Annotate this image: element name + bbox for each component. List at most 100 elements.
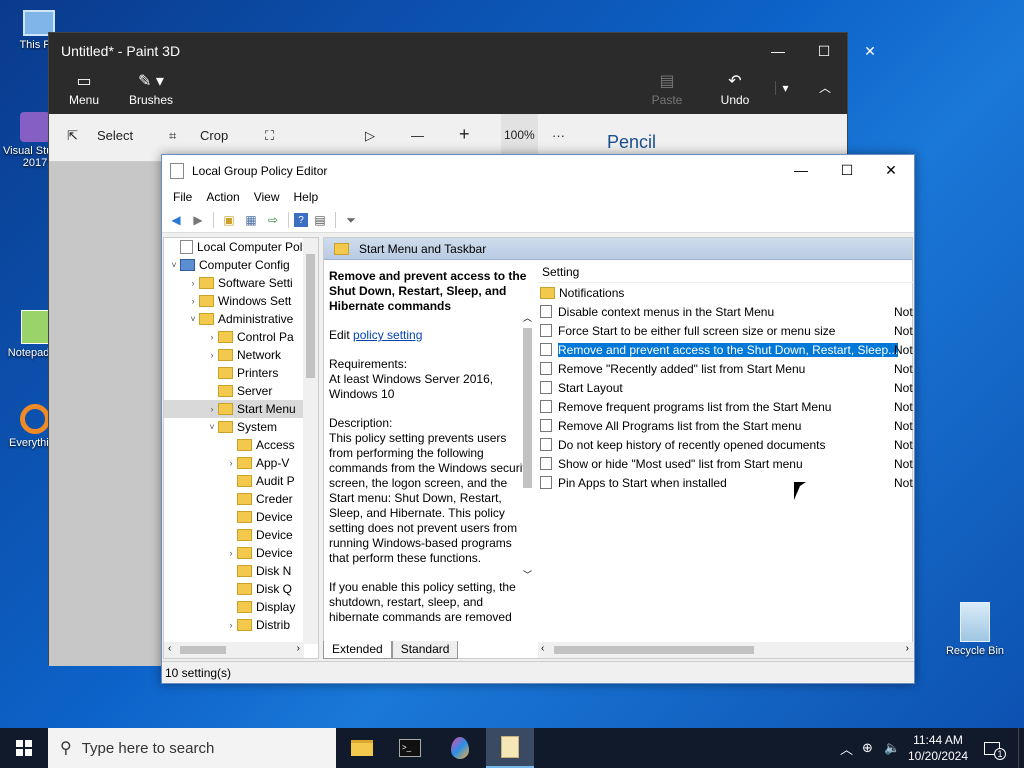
- setting-row[interactable]: Remove frequent programs list from the S…: [538, 397, 913, 416]
- show-desktop-button[interactable]: [1018, 728, 1024, 768]
- maximize-button[interactable]: ☐: [824, 155, 870, 186]
- setting-row[interactable]: Remove All Programs list from the Start …: [538, 416, 913, 435]
- tree-node[interactable]: › Distrib: [164, 616, 318, 634]
- setting-row[interactable]: Do not keep history of recently opened d…: [538, 435, 913, 454]
- tree-node[interactable]: › Device: [164, 544, 318, 562]
- tree-node[interactable]: Local Computer Polic: [164, 238, 318, 256]
- scrollbar-thumb[interactable]: [554, 646, 754, 654]
- tree-node[interactable]: Device: [164, 508, 318, 526]
- chevron-right-icon[interactable]: ›: [225, 548, 237, 558]
- select-tool-icon[interactable]: ⇱: [67, 128, 78, 144]
- tree-node[interactable]: Device: [164, 526, 318, 544]
- menu-view[interactable]: View: [247, 190, 287, 204]
- history-dropdown-button[interactable]: ▾: [775, 81, 795, 95]
- setting-row[interactable]: Notifications: [538, 283, 913, 302]
- filter-icon[interactable]: ⏷: [341, 211, 361, 229]
- taskbar-file-explorer[interactable]: [338, 728, 386, 768]
- policy-tree[interactable]: Local Computer Polic ˅ Computer Config › Sof…: [163, 237, 319, 659]
- chevron-right-icon[interactable]: ›: [206, 404, 218, 414]
- view-icon[interactable]: ▷: [365, 128, 375, 144]
- crop-tool-icon[interactable]: ⌗: [169, 128, 176, 144]
- forward-arrow-icon[interactable]: ▶: [188, 211, 208, 229]
- scroll-right-icon[interactable]: ›: [906, 643, 909, 654]
- show-hide-tree-icon[interactable]: ▦: [241, 211, 261, 229]
- paste-button[interactable]: ▤ Paste: [649, 71, 685, 107]
- scroll-right-icon[interactable]: ›: [297, 643, 300, 654]
- tray-volume[interactable]: 🔈: [884, 728, 900, 768]
- action-center-button[interactable]: 1: [984, 728, 1006, 768]
- scroll-left-icon[interactable]: ‹: [541, 643, 544, 654]
- tree-vscrollbar[interactable]: [303, 238, 318, 644]
- crop-tool[interactable]: Crop: [200, 128, 228, 143]
- magic-select-icon[interactable]: ⛶: [265, 128, 274, 144]
- menu-button[interactable]: ▭ Menu: [67, 71, 101, 107]
- more-options-icon[interactable]: ···: [552, 128, 565, 143]
- close-button[interactable]: ✕: [847, 33, 893, 69]
- undo-button[interactable]: ↶ Undo: [717, 71, 753, 107]
- tree-node[interactable]: › Software Setti: [164, 274, 318, 292]
- export-list-icon[interactable]: ⇨: [263, 211, 283, 229]
- taskbar-gpo-editor[interactable]: [486, 728, 534, 768]
- tray-chevron[interactable]: ︿: [840, 728, 853, 768]
- minimize-button[interactable]: —: [778, 155, 824, 186]
- tree-node[interactable]: Disk Q: [164, 580, 318, 598]
- chevron-down-icon[interactable]: ˅: [206, 422, 218, 432]
- tree-node[interactable]: › App-V: [164, 454, 318, 472]
- menu-file[interactable]: File: [166, 190, 199, 204]
- tree-node[interactable]: › Network: [164, 346, 318, 364]
- tree-node[interactable]: ˅ System: [164, 418, 318, 436]
- edit-policy-link[interactable]: policy setting: [353, 328, 422, 342]
- setting-row[interactable]: Remove and prevent access to the Shut Do…: [538, 340, 913, 359]
- close-button[interactable]: ✕: [868, 155, 914, 186]
- zoom-in-icon[interactable]: +: [459, 124, 470, 145]
- taskbar-search[interactable]: ⚲ Type here to search: [48, 728, 336, 768]
- setting-row[interactable]: Start Layout Not: [538, 378, 913, 397]
- scrollbar-thumb[interactable]: [180, 646, 226, 654]
- menu-action[interactable]: Action: [199, 190, 246, 204]
- chevron-right-icon[interactable]: ›: [206, 332, 218, 342]
- chevron-right-icon[interactable]: ›: [206, 350, 218, 360]
- setting-row[interactable]: Disable context menus in the Start Menu N…: [538, 302, 913, 321]
- tree-node[interactable]: Server: [164, 382, 318, 400]
- tab-standard[interactable]: Standard: [391, 641, 459, 659]
- desktop-icon-recycle-bin[interactable]: Recycle Bin: [940, 602, 1010, 657]
- tree-node[interactable]: › Windows Sett: [164, 292, 318, 310]
- chevron-down-icon[interactable]: ˅: [168, 260, 180, 270]
- chevron-right-icon[interactable]: ›: [225, 620, 237, 630]
- tree-node[interactable]: › Control Pa: [164, 328, 318, 346]
- settings-hscrollbar[interactable]: ‹ ›: [538, 642, 913, 658]
- chevron-down-icon[interactable]: ˅: [187, 314, 199, 324]
- zoom-out-icon[interactable]: —: [411, 128, 424, 143]
- column-header-setting[interactable]: Setting: [538, 261, 913, 283]
- scrollbar-thumb[interactable]: [523, 328, 532, 488]
- help-icon[interactable]: ?: [294, 213, 308, 227]
- scroll-left-icon[interactable]: ‹: [168, 643, 171, 654]
- minimize-button[interactable]: —: [755, 33, 801, 69]
- description-scrollbar[interactable]: ︿ ﹀: [520, 313, 535, 643]
- tab-extended[interactable]: Extended: [323, 641, 392, 659]
- chevron-right-icon[interactable]: ›: [225, 458, 237, 468]
- scroll-down-icon[interactable]: ﹀: [523, 568, 532, 581]
- scroll-up-icon[interactable]: ︿: [523, 311, 532, 324]
- collapse-ribbon-button[interactable]: ︿: [815, 79, 835, 96]
- properties-icon[interactable]: ▤: [310, 211, 330, 229]
- tray-network[interactable]: ⊕: [862, 728, 873, 768]
- chevron-right-icon[interactable]: ›: [187, 278, 199, 288]
- tree-hscrollbar[interactable]: ‹ ›: [164, 642, 304, 658]
- tree-node[interactable]: Creder: [164, 490, 318, 508]
- brushes-button[interactable]: ✎ ▾ Brushes: [129, 71, 173, 107]
- chevron-right-icon[interactable]: ›: [187, 296, 199, 306]
- tree-node[interactable]: › Start Menu: [164, 400, 318, 418]
- taskbar-clock[interactable]: 11:44 AM 10/20/2024: [906, 732, 970, 764]
- setting-row[interactable]: Remove "Recently added" list from Start …: [538, 359, 913, 378]
- tree-node[interactable]: Disk N: [164, 562, 318, 580]
- tree-node[interactable]: Access: [164, 436, 318, 454]
- select-tool[interactable]: Select: [97, 128, 133, 143]
- tree-node[interactable]: Printers: [164, 364, 318, 382]
- up-folder-icon[interactable]: ▣: [219, 211, 239, 229]
- scrollbar-thumb[interactable]: [306, 254, 315, 378]
- tree-node[interactable]: ˅ Administrative: [164, 310, 318, 328]
- zoom-level[interactable]: 100%: [501, 114, 538, 156]
- taskbar-terminal[interactable]: >_: [386, 728, 434, 768]
- start-button[interactable]: [0, 728, 48, 768]
